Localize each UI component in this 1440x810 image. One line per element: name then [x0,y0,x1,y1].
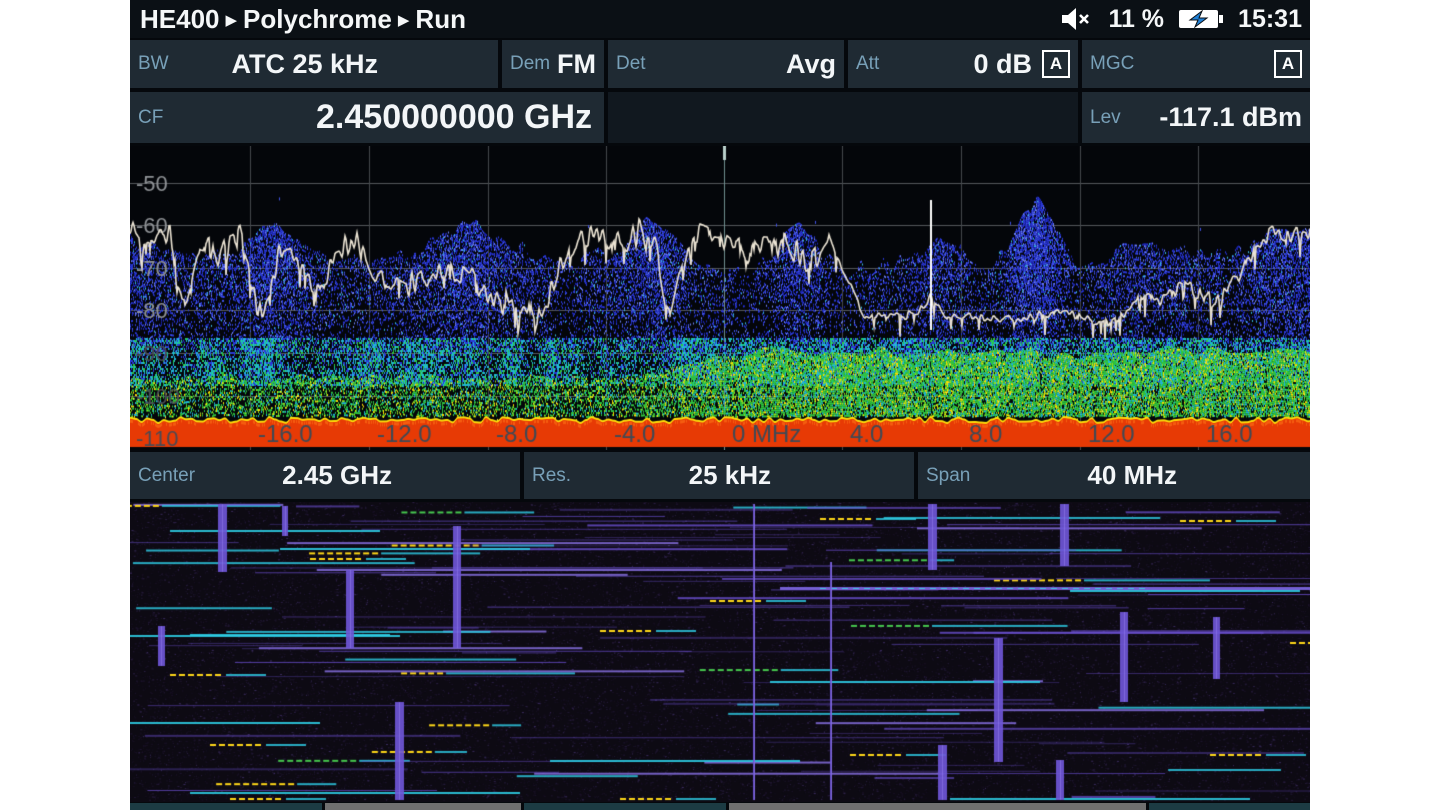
param-cell-lev[interactable]: Lev -117.1 dBm [1082,92,1310,143]
breadcrumb-separator-icon: ▶ [398,11,410,29]
spectrum-display [130,146,1310,450]
breadcrumb-state[interactable]: Run [415,4,466,35]
att-label: Att [856,53,879,75]
battery-percent: 11 % [1108,5,1164,34]
lev-value: -117.1 dBm [1159,102,1302,133]
mgc-auto-badge: A [1274,50,1302,78]
att-value: 0 dB [973,49,1032,80]
breadcrumb-mode[interactable]: Polychrome [243,4,392,35]
cf-value: 2.450000000 GHz [316,98,592,137]
speaker-muted-icon [1060,6,1094,32]
breadcrumb-separator-icon: ▶ [226,11,238,29]
param-cell-empty [608,92,1078,143]
bw-label: BW [138,53,169,75]
sweep-row: Center 2.45 GHz Res. 25 kHz Span 40 MHz [130,452,1310,499]
res-value: 25 kHz [689,460,771,491]
bottom-softkey-segment-2[interactable] [524,803,726,810]
bw-value: ATC 25 kHz [231,49,378,80]
bottom-softkey-row [130,803,1310,810]
param-cell-att[interactable]: Att 0 dB A [848,40,1078,88]
param-cell-span[interactable]: Span 40 MHz [918,452,1310,499]
param-cell-det[interactable]: Det Avg [608,40,844,88]
param-cell-res[interactable]: Res. 25 kHz [524,452,914,499]
settings-row-2: CF 2.450000000 GHz Lev -117.1 dBm [130,92,1310,143]
battery-charging-icon [1178,7,1224,31]
param-cell-dem[interactable]: Dem FM [502,40,604,88]
res-label: Res. [532,465,571,487]
bottom-softkey-segment-1[interactable] [325,803,521,810]
dem-label: Dem [510,53,550,75]
settings-row-1: BW ATC 25 kHz Dem FM Det Avg Att 0 dB A [130,40,1310,88]
cf-label: CF [138,107,163,129]
mgc-label: MGC [1090,53,1134,75]
breadcrumb-device[interactable]: HE400 [140,4,220,35]
center-value: 2.45 GHz [282,460,392,491]
span-label: Span [926,465,970,487]
att-auto-badge: A [1042,50,1070,78]
device-screen: HE400 ▶ Polychrome ▶ Run 11 % [130,0,1310,810]
title-bar: HE400 ▶ Polychrome ▶ Run 11 % [130,0,1310,38]
lev-label: Lev [1090,107,1121,129]
det-label: Det [616,53,646,75]
bottom-softkey-segment-0[interactable] [130,803,322,810]
screenshot-page: HE400 ▶ Polychrome ▶ Run 11 % [0,0,1440,810]
param-cell-center[interactable]: Center 2.45 GHz [130,452,520,499]
param-cell-bw[interactable]: BW ATC 25 kHz [130,40,498,88]
param-cell-cf[interactable]: CF 2.450000000 GHz [130,92,604,143]
bottom-softkey-segment-3[interactable] [729,803,1146,810]
clock-time: 15:31 [1238,5,1302,34]
det-value: Avg [786,49,836,80]
center-label: Center [138,465,195,487]
span-value: 40 MHz [1087,460,1177,491]
dem-value: FM [557,49,596,80]
param-cell-mgc[interactable]: MGC A [1082,40,1310,88]
status-cluster: 11 % 15:31 [1060,5,1304,34]
breadcrumb[interactable]: HE400 ▶ Polychrome ▶ Run [136,4,466,35]
waterfall-display [130,502,1310,802]
bottom-softkey-segment-4[interactable] [1149,803,1310,810]
